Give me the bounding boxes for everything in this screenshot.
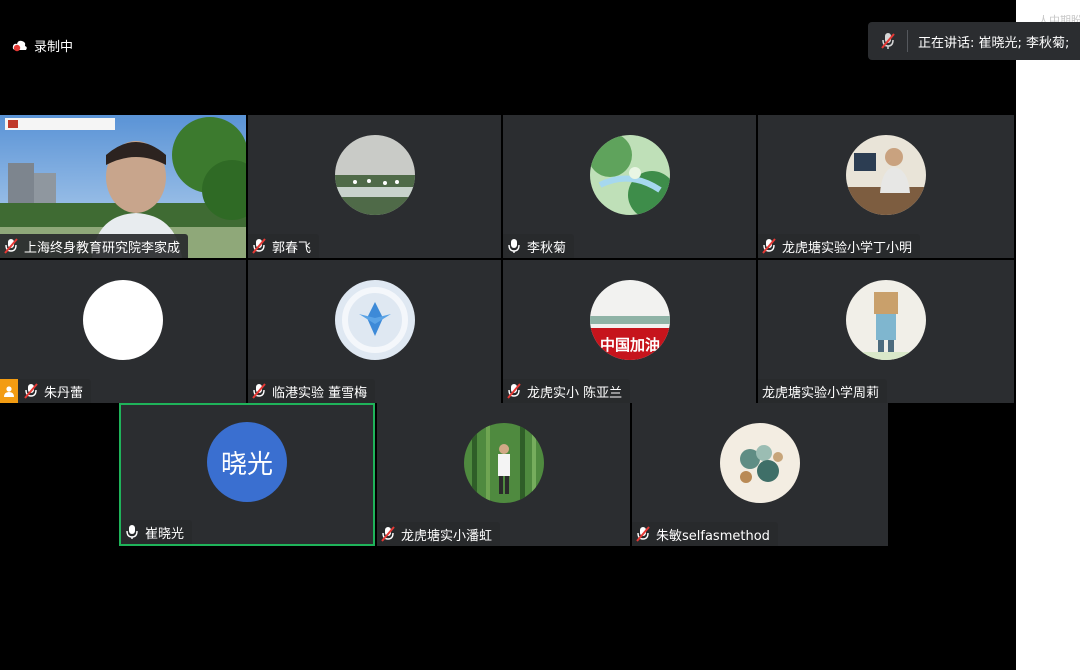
avatar — [83, 280, 163, 360]
participant-tile[interactable]: 朱敏selfasmethod — [632, 403, 888, 546]
participant-name: 龙虎塘实小潘虹 — [401, 528, 493, 544]
participant-tile[interactable]: 郭春飞 — [248, 115, 501, 258]
avatar-text: 晓光 — [220, 449, 273, 480]
muted-mic-icon — [636, 526, 650, 542]
name-label: 龙虎塘实验小学周莉 — [758, 379, 888, 403]
muted-mic-icon — [507, 383, 521, 399]
muted-mic-icon — [4, 238, 18, 254]
cloud-record-icon — [12, 39, 29, 52]
muted-mic-icon — [762, 238, 776, 254]
participant-tile[interactable]: 上海终身教育研究院李家成 — [0, 115, 246, 258]
participant-tile[interactable]: 中国加油 龙虎实小 陈亚兰 — [503, 260, 756, 403]
avatar — [720, 423, 800, 503]
recording-label: 录制中 — [34, 40, 74, 55]
muted-mic-icon — [252, 383, 266, 399]
participant-name: 龙虎塘实验小学丁小明 — [782, 240, 913, 256]
name-label: 临港实验 董雪梅 — [248, 379, 376, 403]
avatar — [846, 135, 926, 215]
avatar: 晓光 — [207, 422, 287, 502]
muted-mic-icon — [24, 383, 38, 399]
participant-tile-active-speaker[interactable]: 晓光 崔晓光 — [119, 403, 375, 546]
mic-icon — [125, 524, 139, 540]
speaking-text: 正在讲话: 崔晓光; 李秋菊; — [918, 35, 1070, 51]
name-label: 朱敏selfasmethod — [632, 522, 778, 546]
name-label: 崔晓光 — [121, 520, 193, 544]
mic-icon — [507, 238, 521, 254]
name-label: 龙虎实小 陈亚兰 — [503, 379, 631, 403]
muted-mic-icon — [381, 526, 395, 542]
participant-name: 朱敏selfasmethod — [656, 528, 770, 544]
avatar — [334, 280, 415, 360]
participant-name: 上海终身教育研究院李家成 — [24, 240, 181, 256]
participant-tile[interactable]: 龙虎塘实验小学丁小明 — [758, 115, 1014, 258]
name-label: 郭春飞 — [248, 234, 320, 258]
avatar — [846, 280, 926, 360]
host-person-icon — [0, 379, 18, 403]
name-label: 上海终身教育研究院李家成 — [0, 234, 189, 258]
muted-mic-icon — [252, 238, 266, 254]
participant-name: 朱丹蕾 — [44, 385, 84, 401]
participant-name: 郭春飞 — [272, 240, 312, 256]
participant-name: 临港实验 董雪梅 — [272, 385, 368, 401]
participant-name: 龙虎实小 陈亚兰 — [527, 385, 623, 401]
speaking-banner: 正在讲话: 崔晓光; 李秋菊; — [868, 22, 1080, 60]
avatar-text: 中国加油 — [599, 336, 659, 354]
side-panel: 人中期盼 — [1016, 0, 1080, 670]
avatar — [463, 423, 544, 503]
name-label: 龙虎塘实验小学丁小明 — [758, 234, 921, 258]
recording-indicator: 录制中 — [12, 36, 73, 55]
participant-tile[interactable]: 龙虎塘实验小学周莉 — [758, 260, 1014, 403]
avatar — [334, 135, 415, 215]
avatar — [589, 135, 670, 215]
participant-name: 龙虎塘实验小学周莉 — [762, 385, 880, 401]
name-label: 李秋菊 — [503, 234, 575, 258]
participant-tile[interactable]: 朱丹蕾 — [0, 260, 246, 403]
name-label: 龙虎塘实小潘虹 — [377, 522, 501, 546]
participant-name: 崔晓光 — [145, 526, 185, 542]
participant-tile[interactable]: 临港实验 董雪梅 — [248, 260, 501, 403]
muted-mic-icon[interactable] — [868, 30, 908, 52]
participant-tile[interactable]: 李秋菊 — [503, 115, 756, 258]
participant-tile[interactable]: 龙虎塘实小潘虹 — [377, 403, 630, 546]
avatar: 中国加油 — [589, 280, 670, 360]
participant-name: 李秋菊 — [527, 240, 567, 256]
name-label: 朱丹蕾 — [0, 379, 92, 403]
